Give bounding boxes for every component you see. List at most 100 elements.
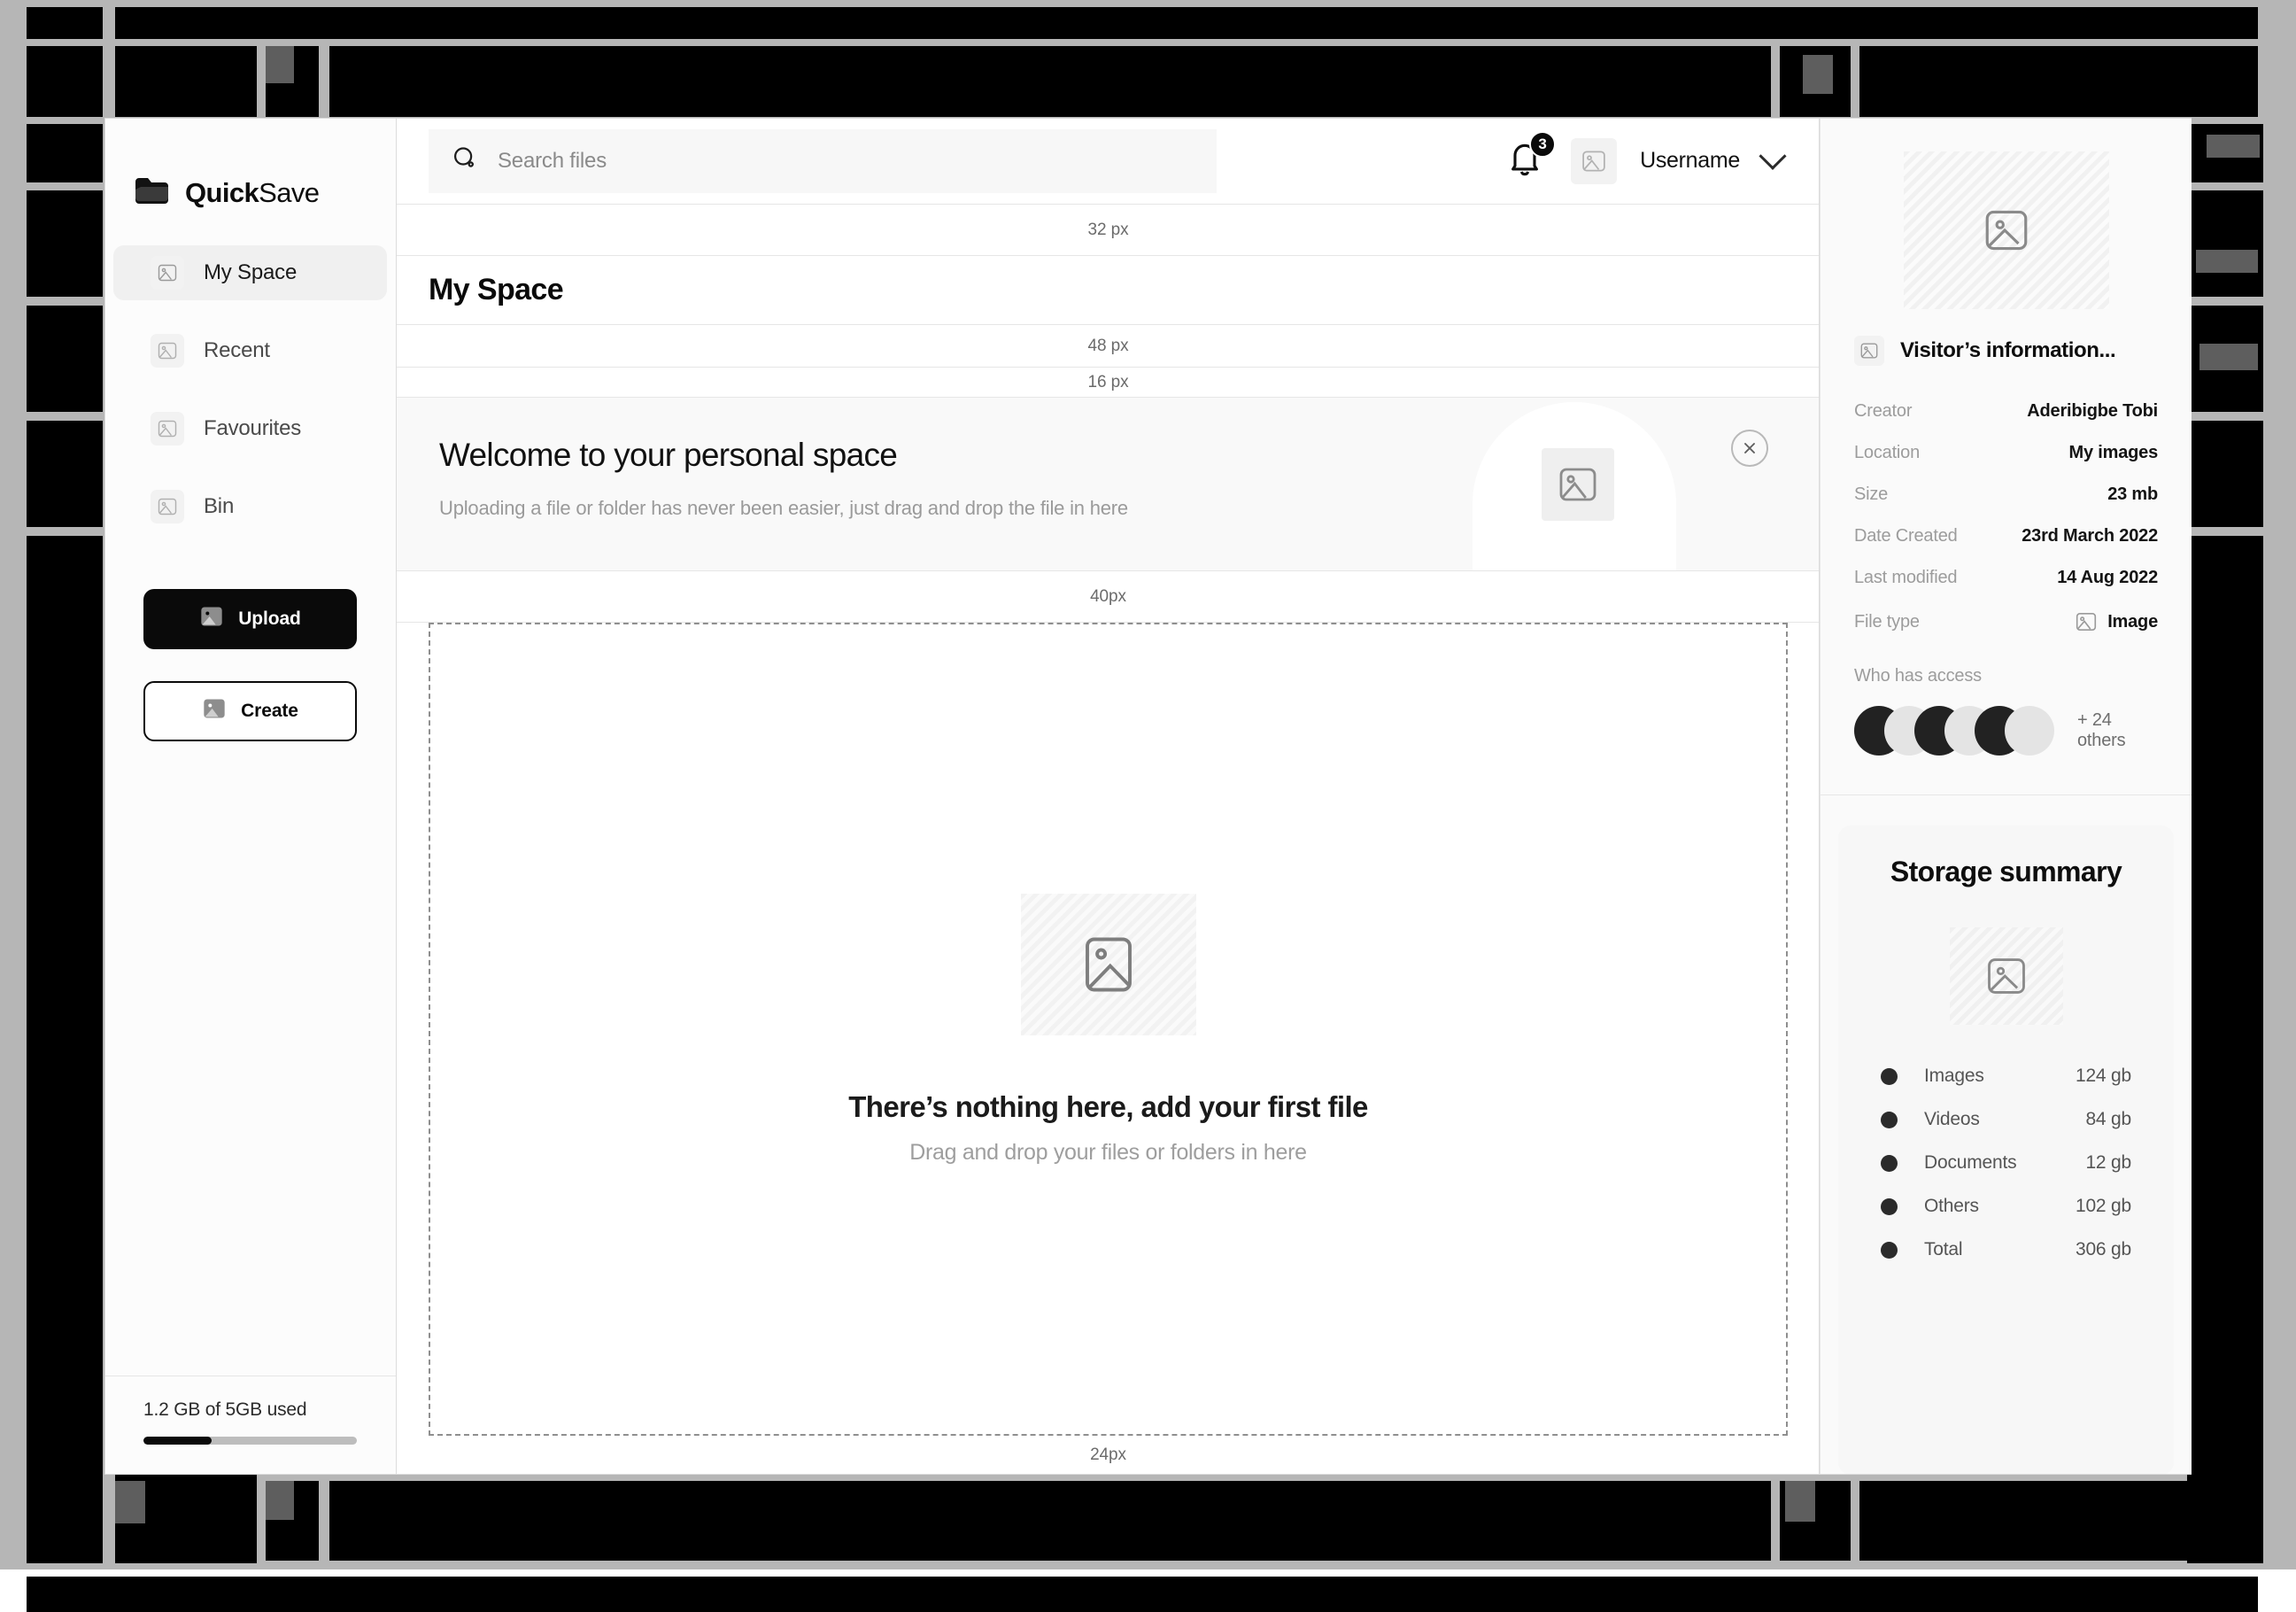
meta-key: Creator <box>1854 401 1913 421</box>
main-content: 3 Username 32 px My Space 48 px 16 px <box>397 118 1820 1475</box>
meta-key: Date Created <box>1854 526 1958 546</box>
sidebar-item-label: Bin <box>204 494 235 518</box>
details-panel: Visitor’s information... Creator Aderibi… <box>1820 118 2192 1475</box>
search-bar[interactable] <box>429 128 1217 193</box>
meta-value: 14 Aug 2022 <box>2057 568 2158 587</box>
access-others-label: + 24 others <box>2077 710 2126 750</box>
image-placeholder-icon <box>199 604 224 634</box>
close-banner-button[interactable] <box>1731 430 1768 467</box>
meta-key: Location <box>1854 443 1921 462</box>
sidebar-actions: Upload Create <box>104 557 396 741</box>
meta-row-date-created: Date Created 23rd March 2022 <box>1854 526 2158 546</box>
image-placeholder-icon <box>151 490 184 523</box>
meta-value: 23 mb <box>2107 484 2158 504</box>
meta-row-creator: Creator Aderibigbe Tobi <box>1854 401 2158 422</box>
chevron-down-icon[interactable] <box>1759 142 1787 170</box>
access-row: + 24 others <box>1854 706 2158 794</box>
sidebar-item-my-space[interactable]: My Space <box>113 245 387 300</box>
sidebar-item-favourites[interactable]: Favourites <box>113 401 387 456</box>
sidebar-item-bin[interactable]: Bin <box>113 479 387 534</box>
legend-dot <box>1881 1154 1898 1172</box>
legend-dot <box>1881 1067 1898 1085</box>
dropzone-subtitle: Drag and drop your files or folders in h… <box>909 1139 1307 1165</box>
notifications-button[interactable]: 3 <box>1505 130 1557 184</box>
storage-usage-bar-fill <box>143 1437 213 1445</box>
image-placeholder-icon <box>151 256 184 290</box>
storage-summary-card: Storage summary Images 124 gb Videos 84 … <box>1838 825 2174 1475</box>
legend-value: 124 gb <box>2075 1066 2131 1086</box>
legend-value: 12 gb <box>2085 1152 2131 1173</box>
meta-key: Size <box>1854 484 1889 504</box>
legend-row-others: Others 102 gb <box>1865 1196 2147 1217</box>
file-dropzone[interactable]: There’s nothing here, add your first fil… <box>429 623 1788 1436</box>
notification-badge: 3 <box>1529 130 1557 158</box>
image-placeholder-icon <box>202 696 227 726</box>
access-label: Who has access <box>1854 666 1982 686</box>
spacing-annotation-banner: 16 px <box>397 368 1820 398</box>
storage-usage: 1.2 GB of 5GB used <box>104 1376 396 1475</box>
legend-row-documents: Documents 12 gb <box>1865 1152 2147 1174</box>
meta-value: 23rd March 2022 <box>2022 526 2158 546</box>
storage-usage-label: 1.2 GB of 5GB used <box>143 1399 307 1420</box>
spacing-annotation-label: 16 px <box>1087 372 1129 391</box>
file-preview <box>1903 151 2109 309</box>
legend-label: Others <box>1924 1196 1979 1216</box>
legend-dot <box>1881 1241 1898 1259</box>
avatar <box>2005 706 2054 756</box>
page-title-row: My Space <box>397 256 1820 325</box>
image-placeholder-icon <box>151 334 184 368</box>
sidebar: QuickSave My Space Recent Favourites Bin… <box>104 118 397 1475</box>
app-window: QuickSave My Space Recent Favourites Bin… <box>104 118 2192 1475</box>
dropzone-thumbnail <box>1020 893 1196 1035</box>
meta-key: File type <box>1854 611 1920 632</box>
avatar[interactable] <box>1571 137 1618 184</box>
legend-value: 84 gb <box>2085 1109 2131 1129</box>
meta-value: Image <box>2074 609 2158 634</box>
spacing-annotation-label: 24px <box>1090 1445 1126 1464</box>
sidebar-item-recent[interactable]: Recent <box>113 323 387 378</box>
upload-button[interactable]: Upload <box>143 589 357 649</box>
sidebar-item-label: Recent <box>204 338 270 362</box>
topbar: 3 Username <box>397 118 1820 205</box>
meta-value: Aderibigbe Tobi <box>2027 401 2158 421</box>
topbar-right: 3 Username <box>1505 130 1787 184</box>
storage-chart-placeholder <box>1865 927 2147 1025</box>
sidebar-item-label: Favourites <box>204 416 302 440</box>
meta-row-last-modified: Last modified 14 Aug 2022 <box>1854 568 2158 588</box>
brand-name: QuickSave <box>185 177 320 208</box>
welcome-banner: Welcome to your personal space Uploading… <box>397 398 1820 571</box>
access-avatars[interactable] <box>1854 706 2054 756</box>
storage-summary-title: Storage summary <box>1890 856 2122 887</box>
search-icon <box>452 145 478 176</box>
create-button[interactable]: Create <box>143 681 357 741</box>
sidebar-nav: My Space Recent Favourites Bin <box>104 245 396 557</box>
spacing-annotation-bottom: 24px <box>397 1436 1820 1475</box>
username-label: Username <box>1640 148 1740 173</box>
spacing-annotation-top: 32 px <box>397 205 1820 256</box>
legend-row-videos: Videos 84 gb <box>1865 1109 2147 1130</box>
legend-label: Videos <box>1924 1109 1980 1129</box>
spacing-annotation-label: 32 px <box>1087 220 1129 239</box>
legend-row-images: Images 124 gb <box>1865 1066 2147 1087</box>
dropzone-title: There’s nothing here, add your first fil… <box>848 1089 1368 1123</box>
legend-dot <box>1881 1111 1898 1128</box>
create-button-label: Create <box>241 701 298 721</box>
file-type-value: Image <box>2107 611 2158 632</box>
image-placeholder-icon <box>1854 336 1884 366</box>
legend-value: 306 gb <box>2075 1239 2131 1259</box>
legend-label: Documents <box>1924 1152 2017 1173</box>
sidebar-item-label: My Space <box>204 260 298 284</box>
panel-divider <box>1821 794 2192 795</box>
meta-row-location: Location My images <box>1854 443 2158 463</box>
meta-value: My images <box>2068 443 2159 462</box>
spacing-annotation-label: 48 px <box>1087 336 1129 355</box>
brand-logo[interactable]: QuickSave <box>104 118 396 226</box>
meta-row-size: Size 23 mb <box>1854 484 2158 505</box>
spacing-annotation-title: 48 px <box>397 325 1820 368</box>
search-input[interactable] <box>498 148 1194 174</box>
legend-row-total: Total 306 gb <box>1865 1239 2147 1260</box>
legend-label: Total <box>1924 1239 1963 1259</box>
folder-icon <box>135 177 170 209</box>
legend-value: 102 gb <box>2075 1196 2131 1216</box>
legend-dot <box>1881 1197 1898 1215</box>
